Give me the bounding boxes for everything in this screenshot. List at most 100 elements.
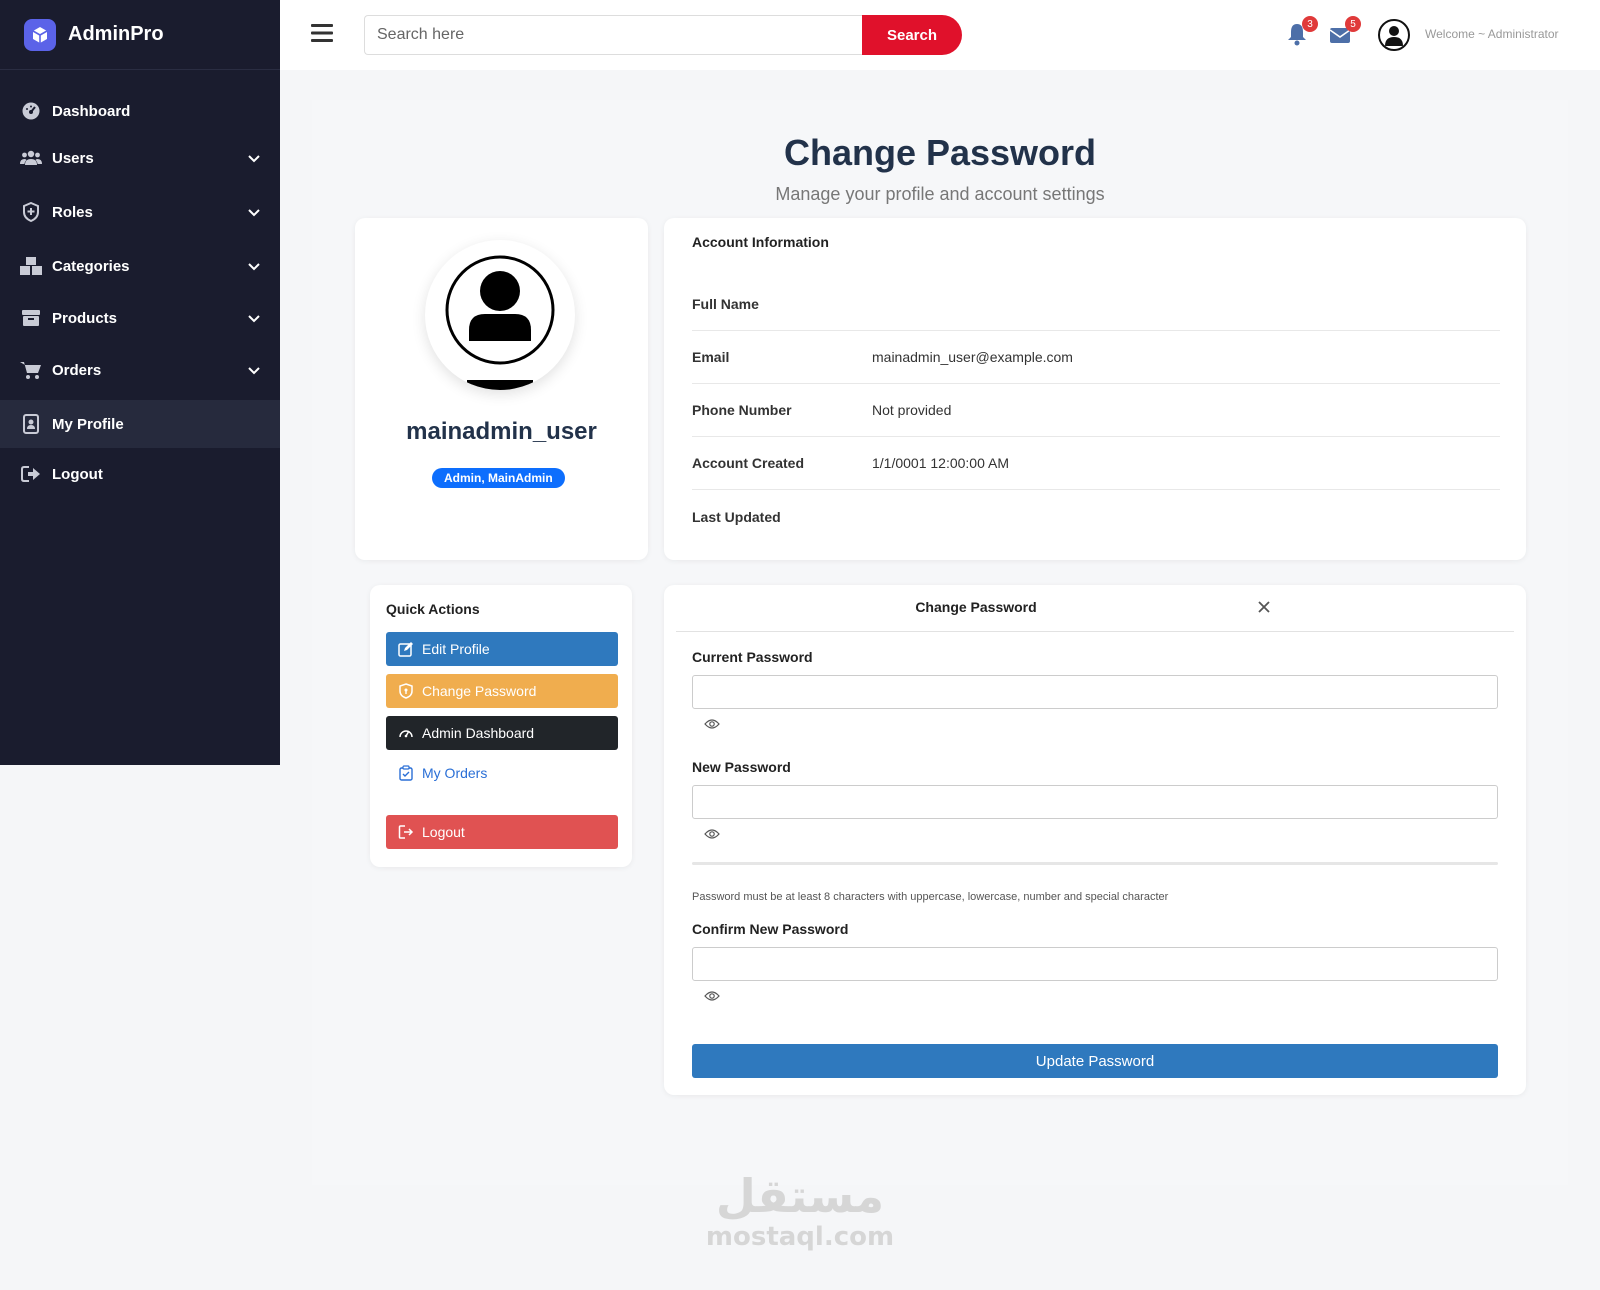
eye-icon[interactable] — [704, 990, 720, 1002]
messages-button[interactable]: 5 — [1329, 16, 1361, 46]
gauge-icon — [20, 100, 42, 122]
change-password-title: Change Password — [915, 599, 1037, 615]
account-row-label: Last Updated — [692, 508, 781, 525]
quick-actions-card: Quick Actions Edit Profile Change Passwo… — [370, 585, 632, 867]
sidebar-item-users[interactable]: Users — [0, 132, 280, 184]
change-password-label: Change Password — [422, 683, 537, 699]
my-orders-label: My Orders — [422, 765, 488, 781]
sidebar-item-my-profile[interactable]: My Profile — [0, 400, 280, 448]
sidebar-item-dashboard[interactable]: Dashboard — [0, 90, 280, 132]
profile-username: mainadmin_user — [406, 418, 597, 445]
account-row-phone: Phone Number Not provided — [692, 384, 1500, 437]
sidebar: AdminPro Dashboard Users Roles Categorie… — [0, 0, 280, 765]
messages-badge: 5 — [1345, 16, 1361, 32]
edit-icon — [398, 642, 413, 657]
watermark-latin: mostaql.com — [705, 1222, 895, 1252]
eye-icon[interactable] — [704, 828, 720, 840]
logout-button[interactable]: Logout — [386, 815, 618, 849]
search-button[interactable]: Search — [862, 15, 962, 55]
clipboard-icon — [399, 765, 413, 781]
logout-label: Logout — [422, 824, 465, 840]
account-row-label: Account Created — [692, 455, 805, 471]
password-hint: Password must be at least 8 characters w… — [692, 891, 1169, 903]
notifications-button[interactable]: 3 — [1286, 16, 1318, 46]
user-avatar-icon — [445, 255, 555, 390]
sidebar-item-label: Categories — [52, 257, 130, 275]
role-badge: Admin, MainAdmin — [432, 468, 565, 488]
current-password-label: Current Password — [692, 649, 813, 665]
account-row-label: Phone Number — [692, 402, 792, 418]
logout-icon — [398, 825, 414, 839]
sidebar-item-logout[interactable]: Logout — [0, 448, 280, 500]
watermark-arabic: مستقل — [715, 1169, 885, 1223]
main-content: Change Password Manage your profile and … — [312, 100, 1568, 1185]
admin-dashboard-button[interactable]: Admin Dashboard — [386, 716, 618, 750]
hamburger-menu-icon[interactable] — [310, 22, 334, 44]
new-password-field[interactable] — [692, 785, 1498, 819]
cart-icon — [20, 359, 42, 381]
id-badge-icon — [20, 413, 42, 435]
profile-avatar — [425, 240, 575, 390]
password-strength-bar — [692, 862, 1498, 865]
users-icon — [20, 147, 42, 169]
boxes-icon — [20, 255, 42, 277]
sidebar-nav: Dashboard Users Roles Categories Product… — [0, 90, 280, 500]
user-avatar-icon — [1385, 26, 1403, 46]
new-password-label: New Password — [692, 759, 791, 775]
divider — [676, 631, 1514, 632]
chevron-down-icon — [248, 367, 260, 375]
topbar: Search 3 5 Welcome ~ Administrator — [280, 0, 1600, 70]
shield-icon — [399, 683, 413, 699]
my-orders-link[interactable]: My Orders — [398, 765, 487, 781]
sidebar-item-label: Orders — [52, 361, 102, 379]
chevron-down-icon — [248, 155, 260, 163]
shield-icon — [20, 201, 42, 223]
edit-profile-button[interactable]: Edit Profile — [386, 632, 618, 666]
search-input[interactable] — [364, 15, 864, 55]
sidebar-item-orders[interactable]: Orders — [0, 344, 280, 396]
watermark: مستقل mostaql.com — [690, 1170, 910, 1252]
account-row-value: mainadmin_user@example.com — [872, 349, 1073, 365]
account-row-label: Full Name — [692, 296, 759, 312]
update-password-button[interactable]: Update Password — [692, 1044, 1498, 1078]
close-icon[interactable] — [1256, 599, 1272, 615]
account-information-title: Account Information — [692, 234, 829, 250]
sidebar-item-label: Logout — [52, 465, 103, 483]
account-information-card: Account Information Full Name Email main… — [664, 218, 1526, 560]
change-password-button[interactable]: Change Password — [386, 674, 618, 708]
change-password-card: Change Password Current Password New Pas… — [664, 585, 1526, 1095]
profile-card: mainadmin_user Admin, MainAdmin — [355, 218, 648, 560]
sidebar-item-label: My Profile — [52, 415, 124, 433]
sidebar-item-roles[interactable]: Roles — [0, 184, 280, 240]
edit-profile-label: Edit Profile — [422, 641, 490, 657]
speedometer-icon — [399, 730, 413, 738]
logout-icon — [20, 463, 42, 485]
account-row-email: Email mainadmin_user@example.com — [692, 331, 1500, 384]
quick-actions-title: Quick Actions — [386, 601, 480, 617]
notifications-badge: 3 — [1302, 16, 1318, 32]
brand[interactable]: AdminPro — [0, 0, 280, 70]
confirm-password-label: Confirm New Password — [692, 921, 849, 937]
admin-dashboard-label: Admin Dashboard — [422, 725, 535, 741]
sidebar-item-categories[interactable]: Categories — [0, 240, 280, 292]
account-row-value: 1/1/0001 12:00:00 AM — [872, 455, 1009, 471]
chevron-down-icon — [248, 315, 260, 323]
cube-logo-icon — [24, 18, 56, 51]
account-row-label: Email — [692, 349, 730, 365]
current-password-field[interactable] — [692, 675, 1498, 709]
confirm-password-field[interactable] — [692, 947, 1498, 981]
welcome-text: Welcome ~ Administrator — [1425, 27, 1559, 41]
avatar[interactable] — [1378, 19, 1410, 51]
account-row-value: Not provided — [872, 402, 952, 418]
sidebar-item-label: Roles — [52, 203, 93, 221]
page-title: Change Password — [783, 132, 1097, 173]
sidebar-item-label: Users — [52, 149, 94, 167]
account-row-full-name: Full Name — [692, 278, 1500, 331]
page-subtitle: Manage your profile and account settings — [775, 184, 1105, 204]
chevron-down-icon — [248, 263, 260, 271]
eye-icon[interactable] — [704, 718, 720, 730]
chevron-down-icon — [248, 209, 260, 217]
account-row-last-updated: Last Updated — [692, 490, 1500, 543]
brand-name: AdminPro — [68, 23, 164, 45]
sidebar-item-products[interactable]: Products — [0, 292, 280, 344]
